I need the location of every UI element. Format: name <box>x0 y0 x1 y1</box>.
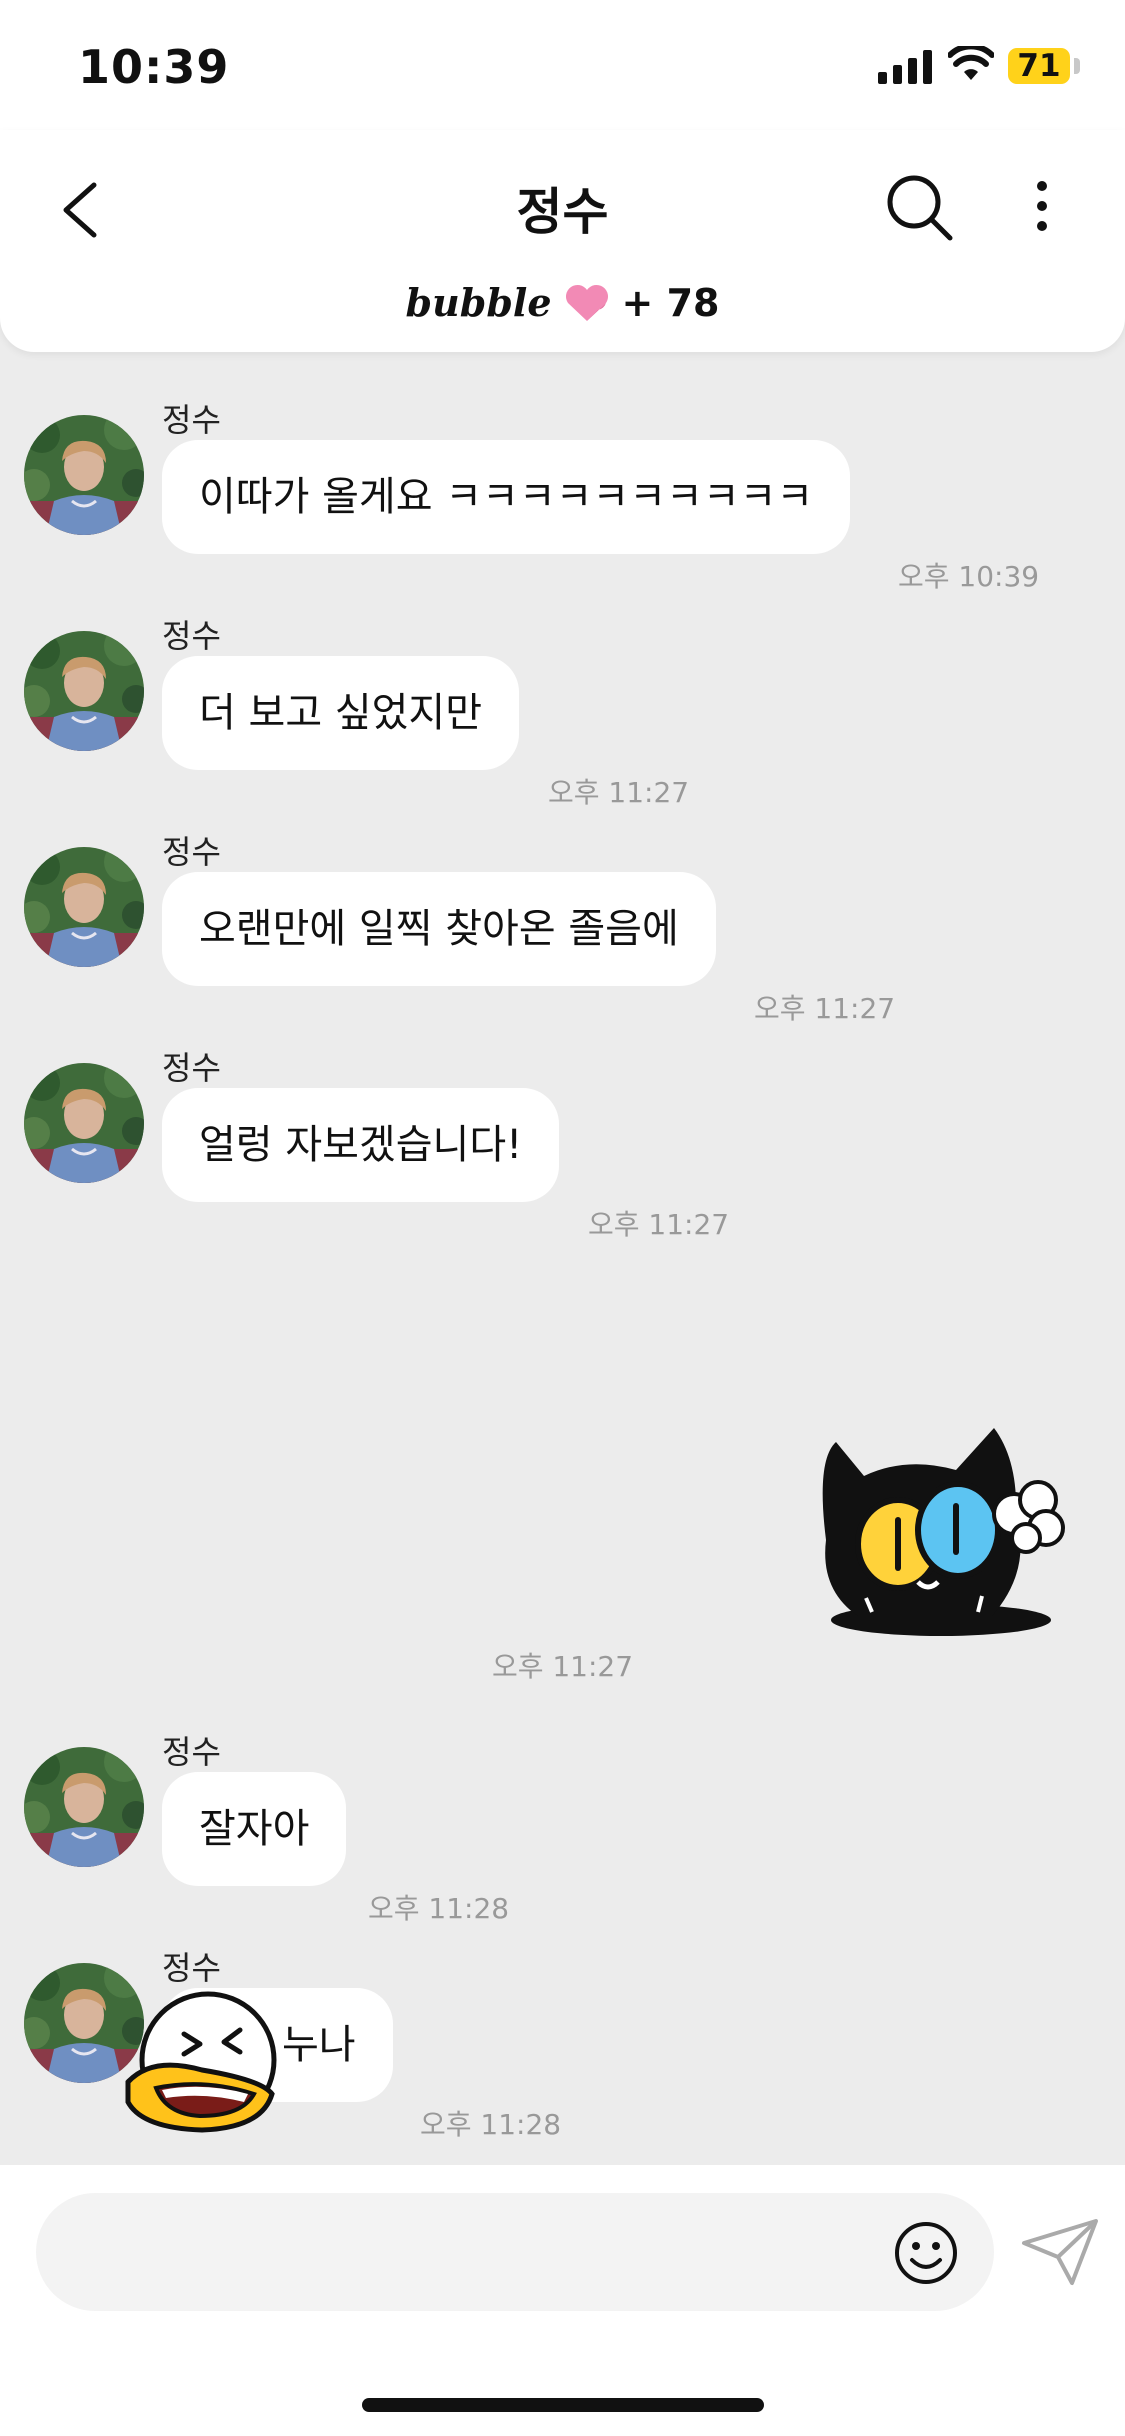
sender-name: 정수 <box>162 1049 221 1087</box>
black-cat-sticker[interactable] <box>806 1420 1076 1640</box>
sender-name: 정수 <box>162 1733 221 1771</box>
message-bubble[interactable]: 오랜만에 일찍 찾아온 졸음에 <box>162 872 716 986</box>
message-row: 정수 이따가 올게요 ㅋㅋㅋㅋㅋㅋㅋㅋㅋㅋ 오후 10:39 <box>0 395 1125 595</box>
message-row: 정수 오랜만에 일찍 찾아온 졸음에 오후 11:27 <box>0 827 1125 1027</box>
message-time: 오후 11:28 <box>420 2108 562 2141</box>
search-icon[interactable] <box>880 164 960 248</box>
avatar[interactable] <box>24 631 144 751</box>
avatar[interactable] <box>24 1063 144 1183</box>
message-row: 정수 더 보고 싶었지만 오후 11:27 <box>0 611 1125 811</box>
message-time: 오후 11:27 <box>588 1208 730 1241</box>
composer-bar <box>0 2165 1125 2436</box>
send-icon[interactable] <box>1020 2215 1100 2289</box>
battery-indicator: 71 <box>1008 48 1070 84</box>
wifi-icon <box>948 46 994 80</box>
avatar[interactable] <box>24 847 144 967</box>
avatar[interactable] <box>24 415 144 535</box>
sender-name: 정수 <box>162 1949 221 1987</box>
emoji-icon[interactable] <box>893 2220 959 2286</box>
message-time: 오후 11:27 <box>548 776 690 809</box>
laughing-duck-emoji <box>125 1991 277 2133</box>
bubble-count-value: + 78 <box>621 280 720 325</box>
message-bubble[interactable]: 더 보고 싶었지만 <box>162 656 520 770</box>
bubble-count[interactable]: bubble + 78 <box>0 280 1125 325</box>
message-bubble[interactable]: 이따가 올게요 ㅋㅋㅋㅋㅋㅋㅋㅋㅋㅋ <box>162 440 851 554</box>
message-input[interactable] <box>36 2193 994 2311</box>
message-bubble[interactable]: 잘자아 <box>162 1772 347 1886</box>
message-row: 정수 얼렁 자보겠습니다! 오후 11:27 <box>0 1043 1125 1243</box>
message-bubble[interactable]: 얼렁 자보겠습니다! <box>162 1088 560 1202</box>
battery-tip <box>1074 58 1080 74</box>
signal-icon <box>878 50 932 84</box>
status-bar: 10:39 71 <box>0 0 1125 130</box>
sender-name: 정수 <box>162 833 221 871</box>
message-row: 정수 잘자아 오후 11:28 <box>0 1727 1125 1927</box>
bubble-logo: bubble <box>405 280 552 325</box>
message-time: 오후 11:28 <box>368 1892 510 1925</box>
more-vertical-icon[interactable] <box>1020 164 1064 248</box>
status-time: 10:39 <box>78 40 230 94</box>
sender-name: 정수 <box>162 401 221 439</box>
message-time: 오후 10:39 <box>898 560 1040 593</box>
home-indicator <box>362 2398 764 2412</box>
message-time: 오후 11:27 <box>754 992 896 1025</box>
sticker-time: 오후 11:27 <box>491 1650 634 1683</box>
avatar[interactable] <box>24 1747 144 1867</box>
chat-header: 정수 bubble + 78 <box>0 130 1125 352</box>
heart-icon <box>565 284 608 321</box>
sender-name: 정수 <box>162 617 221 655</box>
